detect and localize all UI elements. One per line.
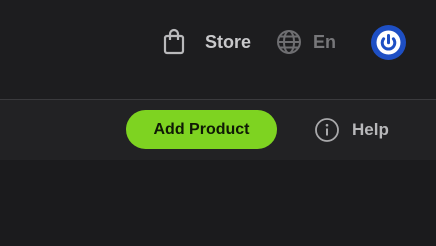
store-label: Store: [205, 31, 252, 52]
language-selector[interactable]: En: [275, 28, 336, 56]
power-icon: [376, 30, 401, 55]
help-link[interactable]: Help: [314, 117, 389, 143]
info-icon: [314, 117, 340, 143]
user-avatar[interactable]: [371, 25, 406, 60]
store-link[interactable]: Store: [160, 28, 251, 56]
shopping-bag-icon: [160, 28, 188, 56]
add-product-button[interactable]: Add Product: [126, 110, 277, 149]
language-label: En: [313, 31, 337, 52]
action-toolbar: Add Product Help: [0, 100, 436, 160]
top-navigation-bar: Store En: [0, 0, 436, 100]
globe-icon: [275, 28, 303, 56]
help-label: Help: [352, 120, 389, 139]
main-content-area: [0, 160, 436, 246]
